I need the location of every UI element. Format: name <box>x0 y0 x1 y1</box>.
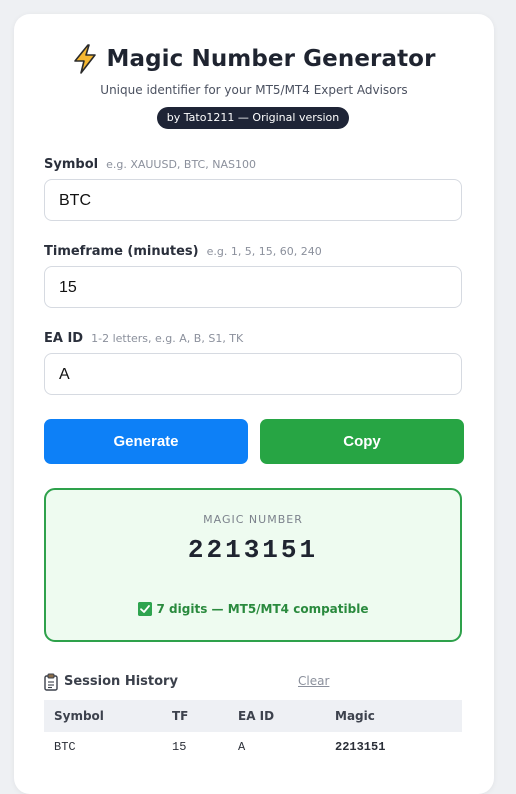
compatibility-text: 7 digits — MT5/MT4 compatible <box>156 602 369 616</box>
timeframe-hint: e.g. 1, 5, 15, 60, 240 <box>206 245 322 258</box>
table-row: BTC 15 A 2213151 <box>44 732 462 762</box>
history-table: Symbol TF EA ID Magic BTC 15 A 2213151 <box>44 700 462 762</box>
history-header: Session History Clear <box>44 673 462 693</box>
timeframe-label-text: Timeframe (minutes) <box>44 244 199 259</box>
timeframe-input[interactable]: 15 <box>44 266 462 308</box>
column-tf: TF <box>172 709 189 723</box>
generate-button[interactable]: Generate <box>44 419 248 464</box>
copy-button[interactable]: Copy <box>260 419 464 464</box>
page-title: Magic Number Generator <box>106 46 436 72</box>
page-subtitle: Unique identifier for your MT5/MT4 Exper… <box>100 83 408 97</box>
cell-magic: 2213151 <box>335 740 386 754</box>
magic-number-value: 2213151 <box>187 535 319 565</box>
check-icon <box>137 602 152 616</box>
author-badge: by Tato1211 — Original version <box>157 107 349 129</box>
clear-history-link[interactable]: Clear <box>298 674 329 688</box>
symbol-input[interactable]: BTC <box>44 179 462 221</box>
table-header: Symbol TF EA ID Magic <box>44 700 462 732</box>
cell-tf: 15 <box>172 740 187 754</box>
generator-card: Magic Number Generator Unique identifier… <box>14 14 494 794</box>
symbol-label: Symbol e.g. XAUUSD, BTC, NAS100 <box>44 157 256 172</box>
cell-ea-id: A <box>238 740 246 754</box>
result-label: MAGIC NUMBER <box>203 513 303 526</box>
symbol-label-text: Symbol <box>44 157 99 172</box>
clipboard-icon <box>44 673 58 691</box>
history-title: Session History <box>64 674 178 689</box>
ea-id-label-text: EA ID <box>44 331 84 346</box>
ea-id-hint: 1-2 letters, e.g. A, B, S1, TK <box>91 332 244 345</box>
cell-symbol: BTC <box>54 740 76 754</box>
ea-id-input[interactable]: A <box>44 353 462 395</box>
column-symbol: Symbol <box>54 709 104 723</box>
lightning-icon <box>72 44 98 74</box>
timeframe-label: Timeframe (minutes) e.g. 1, 5, 15, 60, 2… <box>44 244 322 259</box>
column-magic: Magic <box>335 709 375 723</box>
result-panel: MAGIC NUMBER 2213151 7 digits — MT5/MT4 … <box>44 488 462 642</box>
ea-id-label: EA ID 1-2 letters, e.g. A, B, S1, TK <box>44 331 243 346</box>
compatibility-status: 7 digits — MT5/MT4 compatible <box>46 602 460 616</box>
symbol-hint: e.g. XAUUSD, BTC, NAS100 <box>106 158 256 171</box>
title-row: Magic Number Generator <box>14 44 494 74</box>
column-ea-id: EA ID <box>238 709 275 723</box>
